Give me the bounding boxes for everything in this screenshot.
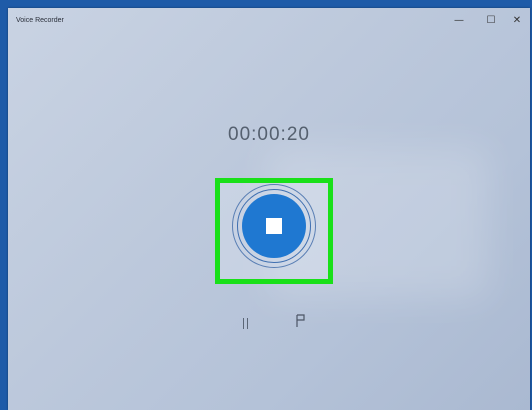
pause-button[interactable] [236, 312, 258, 334]
minimize-button[interactable]: — [448, 14, 470, 28]
maximize-button[interactable]: ☐ [480, 14, 502, 28]
app-title: Voice Recorder [16, 17, 64, 24]
voice-recorder-window: Voice Recorder — ☐ ✕ 00:00:20 [8, 8, 530, 410]
close-button[interactable]: ✕ [506, 14, 528, 28]
add-marker-button[interactable] [290, 310, 312, 332]
recording-timer: 00:00:20 [228, 124, 310, 145]
title-bar[interactable]: Voice Recorder — ☐ ✕ [8, 8, 530, 36]
flag-icon [296, 314, 305, 327]
stop-icon [266, 218, 282, 234]
stop-recording-button[interactable] [242, 194, 306, 258]
